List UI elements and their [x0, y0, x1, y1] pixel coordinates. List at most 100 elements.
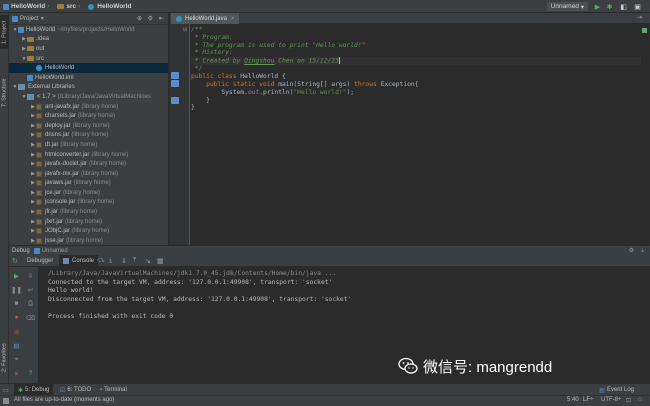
- file-encoding[interactable]: UTF-8÷: [601, 397, 621, 403]
- editor-gutter[interactable]: ⊟: [170, 24, 190, 245]
- close-icon[interactable]: ×: [231, 16, 235, 22]
- tree-item[interactable]: ▼ HelloWorld ~/myfiles/projects/HelloWorld: [9, 25, 168, 35]
- code-line[interactable]: * History:: [191, 49, 641, 57]
- sdk-icon[interactable]: ▣: [633, 2, 642, 11]
- tree-item[interactable]: ▶ javafx-doclet.jar (library home): [9, 159, 168, 169]
- code-line[interactable]: public class HelloWorld {: [191, 73, 641, 81]
- rerun-icon[interactable]: ↻: [12, 257, 18, 265]
- tree-item[interactable]: ▶ charsets.jar (library home): [9, 111, 168, 121]
- override-marker-icon[interactable]: [171, 97, 179, 104]
- hide-panel-icon[interactable]: ⇤: [159, 15, 164, 22]
- step-into-icon[interactable]: ⤓: [109, 257, 112, 265]
- code-line[interactable]: /**: [191, 26, 641, 34]
- tree-item[interactable]: ▶ jfxrt.jar (library home): [9, 217, 168, 227]
- mute-breakpoints-icon[interactable]: ⊘: [12, 327, 21, 336]
- code-line[interactable]: * Program:: [191, 34, 641, 42]
- caret-position[interactable]: 5:40: [567, 397, 579, 403]
- split-icon[interactable]: ⇥: [637, 14, 642, 21]
- view-breakpoints-icon[interactable]: ●: [12, 313, 21, 322]
- tree-item[interactable]: ▶ dt.jar (library home): [9, 140, 168, 150]
- chevron-down-icon[interactable]: ▾: [41, 15, 44, 22]
- coverage-icon[interactable]: ◧: [619, 2, 628, 11]
- tree-item[interactable]: ▶ .idea: [9, 35, 168, 45]
- soft-wrap-icon[interactable]: ↩: [26, 285, 35, 294]
- print-icon[interactable]: ⎙: [26, 299, 35, 308]
- implements-marker-icon[interactable]: [171, 72, 179, 79]
- stop-icon[interactable]: ■: [12, 299, 21, 308]
- pin-icon[interactable]: ⌖: [12, 355, 21, 364]
- tree-item-label: HelloWorld: [45, 65, 75, 72]
- jar-icon: [36, 113, 42, 120]
- code-token: "Hello world!": [293, 88, 347, 96]
- tree-item[interactable]: ▶ jsse.jar (library home): [9, 236, 168, 245]
- scroll-end-icon[interactable]: ⇩: [26, 271, 35, 280]
- status-icon[interactable]: [3, 398, 9, 404]
- tree-item-label: htmlconverter.jar: [45, 151, 90, 158]
- tree-item[interactable]: ▼ External Libraries: [9, 83, 168, 93]
- clear-all-icon[interactable]: ⌫: [26, 313, 35, 322]
- force-step-into-icon[interactable]: ⇓: [121, 257, 127, 265]
- settings-icon[interactable]: ⚙: [629, 247, 634, 254]
- sync-icon[interactable]: ⊕: [137, 15, 142, 22]
- inspector-icon[interactable]: ☺: [637, 397, 643, 403]
- code-line[interactable]: System.out.println("Hello world!");: [191, 89, 641, 97]
- tree-item[interactable]: ▶ ant-javafx.jar (library home): [9, 102, 168, 112]
- tree-item[interactable]: ▶ jfr.jar (library home): [9, 207, 168, 217]
- evaluate-icon[interactable]: ▦: [157, 257, 164, 265]
- help-icon[interactable]: ?: [26, 369, 35, 378]
- code-editor[interactable]: /** * Program: * The program is used to …: [191, 26, 641, 245]
- debug-icon[interactable]: ✱: [605, 2, 614, 11]
- breadcrumb-src[interactable]: src ›: [54, 0, 85, 13]
- lock-icon[interactable]: ⊡: [626, 397, 631, 404]
- layout-icon[interactable]: ▤: [12, 341, 21, 350]
- editor-tab-helloworld[interactable]: HelloWorld.java ×: [171, 13, 240, 24]
- fold-icon[interactable]: ⊟: [183, 27, 187, 33]
- tab-structure[interactable]: 7: Structure: [0, 73, 9, 113]
- tree-item[interactable]: HelloWorld: [9, 63, 168, 73]
- code-line[interactable]: }: [191, 104, 641, 112]
- tab-debugger[interactable]: Debugger: [23, 255, 57, 267]
- jar-icon: [36, 103, 42, 110]
- project-view-selector[interactable]: Project: [20, 16, 39, 22]
- folder-icon: [27, 46, 34, 52]
- code-line[interactable]: * The program is used to print "Hello wo…: [191, 42, 641, 50]
- run-to-cursor-icon[interactable]: ↘: [145, 257, 151, 265]
- tab-project[interactable]: 1: Project: [0, 15, 9, 49]
- code-line[interactable]: }: [191, 97, 641, 105]
- code-line[interactable]: */: [191, 65, 641, 73]
- code-line[interactable]: * Created by Qingshou Chen on 15/12/23: [191, 57, 641, 66]
- console-line: Process finished with exit code 0: [48, 312, 174, 320]
- step-out-icon[interactable]: ⤒: [133, 257, 136, 265]
- tree-item[interactable]: HelloWorld.iml: [9, 73, 168, 83]
- step-over-icon[interactable]: ⤼: [97, 257, 104, 265]
- close-icon[interactable]: ✕: [12, 369, 21, 378]
- tree-item[interactable]: ▶ jconsole.jar (library home): [9, 198, 168, 208]
- tab-favorites[interactable]: 2: Favorites: [0, 338, 9, 378]
- folder-icon: [57, 4, 65, 9]
- tree-item[interactable]: ▶ JObjC.jar (library home): [9, 226, 168, 236]
- tree-item[interactable]: ▶ jce.jar (library home): [9, 188, 168, 198]
- run-configuration-dropdown[interactable]: Unnamed ▾: [546, 2, 588, 11]
- line-separator[interactable]: LF÷: [583, 397, 593, 403]
- tree-item[interactable]: ▶ out: [9, 44, 168, 54]
- console-line: Hello world!: [48, 287, 94, 295]
- tree-item[interactable]: ▶ javafx-mx.jar (library home): [9, 169, 168, 179]
- console-output[interactable]: /Library/Java/JavaVirtualMachines/jdk1.7…: [40, 267, 650, 383]
- tree-item[interactable]: ▼ src: [9, 54, 168, 64]
- run-marker-icon[interactable]: [171, 80, 179, 87]
- tree-item[interactable]: ▶ deploy.jar (library home): [9, 121, 168, 131]
- hide-panel-icon[interactable]: ⇣: [640, 247, 645, 254]
- tree-item[interactable]: ▶ htmlconverter.jar (library home): [9, 150, 168, 160]
- debug-config-name[interactable]: Unnamed: [42, 248, 68, 254]
- settings-icon[interactable]: ⚙: [148, 15, 153, 22]
- tree-item[interactable]: ▶ dnsns.jar (library home): [9, 131, 168, 141]
- breadcrumb-class[interactable]: HelloWorld: [85, 0, 134, 13]
- tree-item[interactable]: ▶ javaws.jar (library home): [9, 179, 168, 189]
- run-icon[interactable]: ▶: [593, 2, 602, 11]
- resume-icon[interactable]: ▶: [12, 271, 21, 280]
- tree-item[interactable]: ▼ < 1.7 > (/Library/Java/JavaVirtualMachin…: [9, 92, 168, 102]
- breadcrumb-project[interactable]: HelloWorld ›: [0, 0, 54, 13]
- tab-console[interactable]: Console: [59, 255, 99, 267]
- pause-icon[interactable]: ❚❚: [11, 285, 22, 294]
- code-line[interactable]: public static void main(String[] args) t…: [191, 81, 641, 89]
